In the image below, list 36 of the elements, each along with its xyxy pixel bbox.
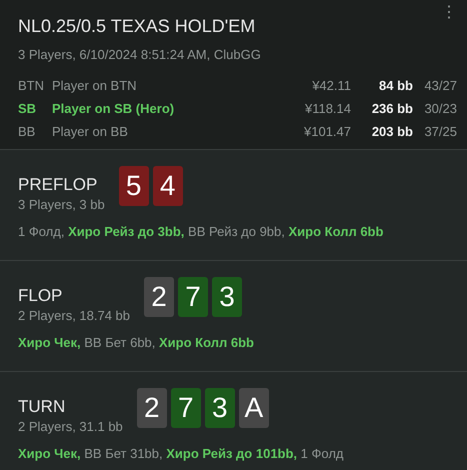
street-name: PREFLOP: [18, 175, 98, 195]
player-name: Player on BB: [52, 124, 129, 139]
hand-subtitle: 3 Players, 6/10/2024 8:51:24 AM, ClubGG: [18, 47, 262, 62]
street-info: 2 Players, 31.1 bb: [18, 419, 123, 434]
player-name: Player on BTN: [52, 78, 138, 93]
player-stack: 84 bb: [378, 78, 413, 93]
street-info: 2 Players, 18.74 bb: [18, 308, 130, 323]
player-stack: 203 bb: [370, 124, 413, 139]
player-name: Player on SB (Hero): [52, 101, 176, 116]
player-position: SB: [18, 101, 38, 116]
street-name: FLOP: [18, 286, 64, 306]
playing-card: 5: [118, 166, 149, 206]
player-money: ¥101.47: [304, 124, 351, 139]
playing-card: 4: [152, 166, 183, 206]
player-stats: 30/23: [423, 101, 457, 116]
hand-title: NL0.25/0.5 TEXAS HOLD'EM: [18, 16, 256, 37]
street-actions: Хиро Чек, BB Бет 31bb, Хиро Рейз до 101bb, 1 Фолд: [18, 446, 344, 461]
player-stats: 37/25: [423, 124, 457, 139]
playing-card: 2: [144, 277, 174, 317]
playing-card: 3: [204, 388, 235, 428]
menu-icon[interactable]: ⋮: [441, 2, 457, 22]
playing-card: 2: [136, 388, 167, 428]
player-stack: 236 bb: [370, 101, 413, 116]
player-position: BB: [18, 124, 36, 139]
playing-card: 7: [178, 277, 208, 317]
street-info: 3 Players, 3 bb: [18, 197, 105, 212]
player-money: ¥118.14: [304, 101, 351, 116]
player-position: BTN: [18, 78, 45, 93]
street-actions: 1 Фолд, Хиро Рейз до 3bb, BB Рейз до 9bb, Хиро Колл 6bb: [18, 224, 384, 239]
playing-card: 3: [212, 277, 242, 317]
playing-card: A: [238, 388, 269, 428]
player-stats: 43/27: [423, 78, 457, 93]
street-actions: Хиро Чек, BB Бет 6bb, Хиро Колл 6bb: [18, 335, 255, 350]
playing-card: 7: [170, 388, 201, 428]
player-money: ¥42.11: [311, 78, 351, 93]
street-name: TURN: [18, 397, 66, 417]
